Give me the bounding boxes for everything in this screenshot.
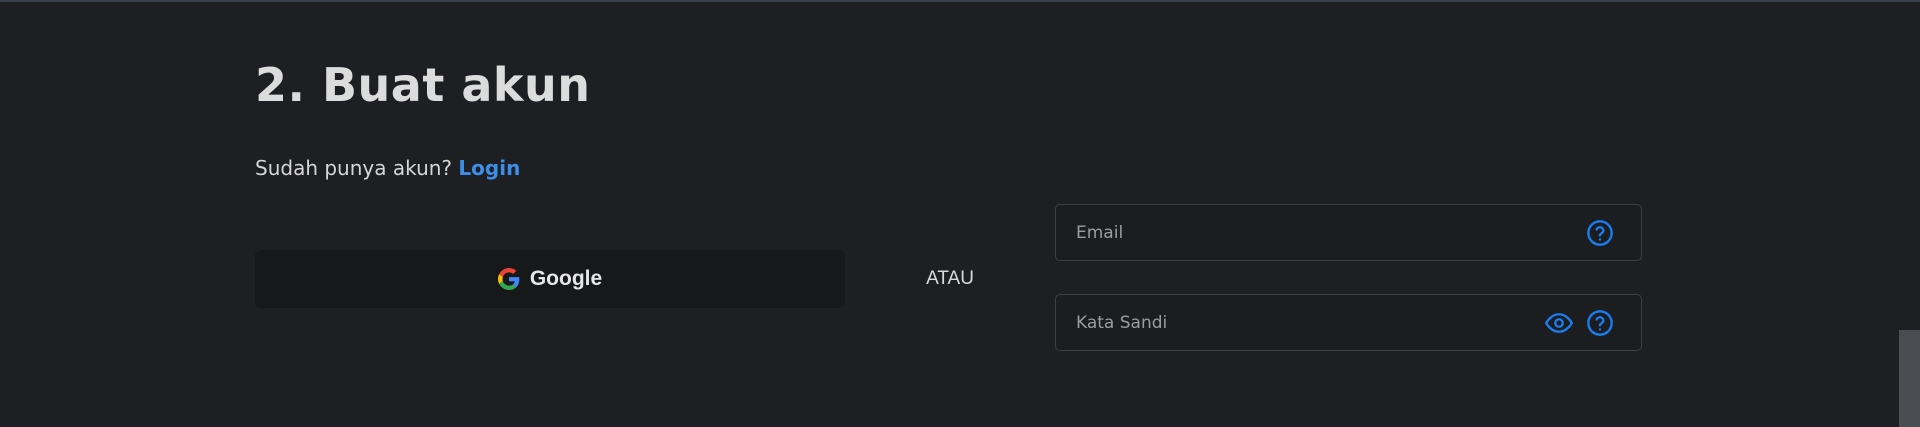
login-link[interactable]: Login bbox=[458, 156, 520, 180]
top-border bbox=[0, 0, 1920, 2]
login-prompt-text: Sudah punya akun? bbox=[255, 156, 453, 180]
eye-icon[interactable] bbox=[1544, 308, 1574, 338]
password-input[interactable] bbox=[1076, 295, 1516, 350]
scrollbar-thumb[interactable] bbox=[1899, 330, 1920, 427]
password-field[interactable] bbox=[1055, 294, 1642, 351]
email-field[interactable] bbox=[1055, 204, 1642, 261]
password-help-icon[interactable] bbox=[1585, 308, 1615, 338]
google-button-label: Google bbox=[529, 267, 603, 290]
section-title: 2. Buat akun bbox=[255, 58, 591, 112]
or-divider: ATAU bbox=[926, 268, 974, 289]
email-input[interactable] bbox=[1076, 205, 1516, 260]
google-signup-button[interactable]: Google bbox=[255, 250, 845, 308]
email-help-icon[interactable] bbox=[1585, 218, 1615, 248]
google-icon bbox=[497, 268, 520, 290]
scrollbar-track[interactable] bbox=[1899, 2, 1920, 427]
login-prompt: Sudah punya akun? Login bbox=[255, 156, 520, 180]
